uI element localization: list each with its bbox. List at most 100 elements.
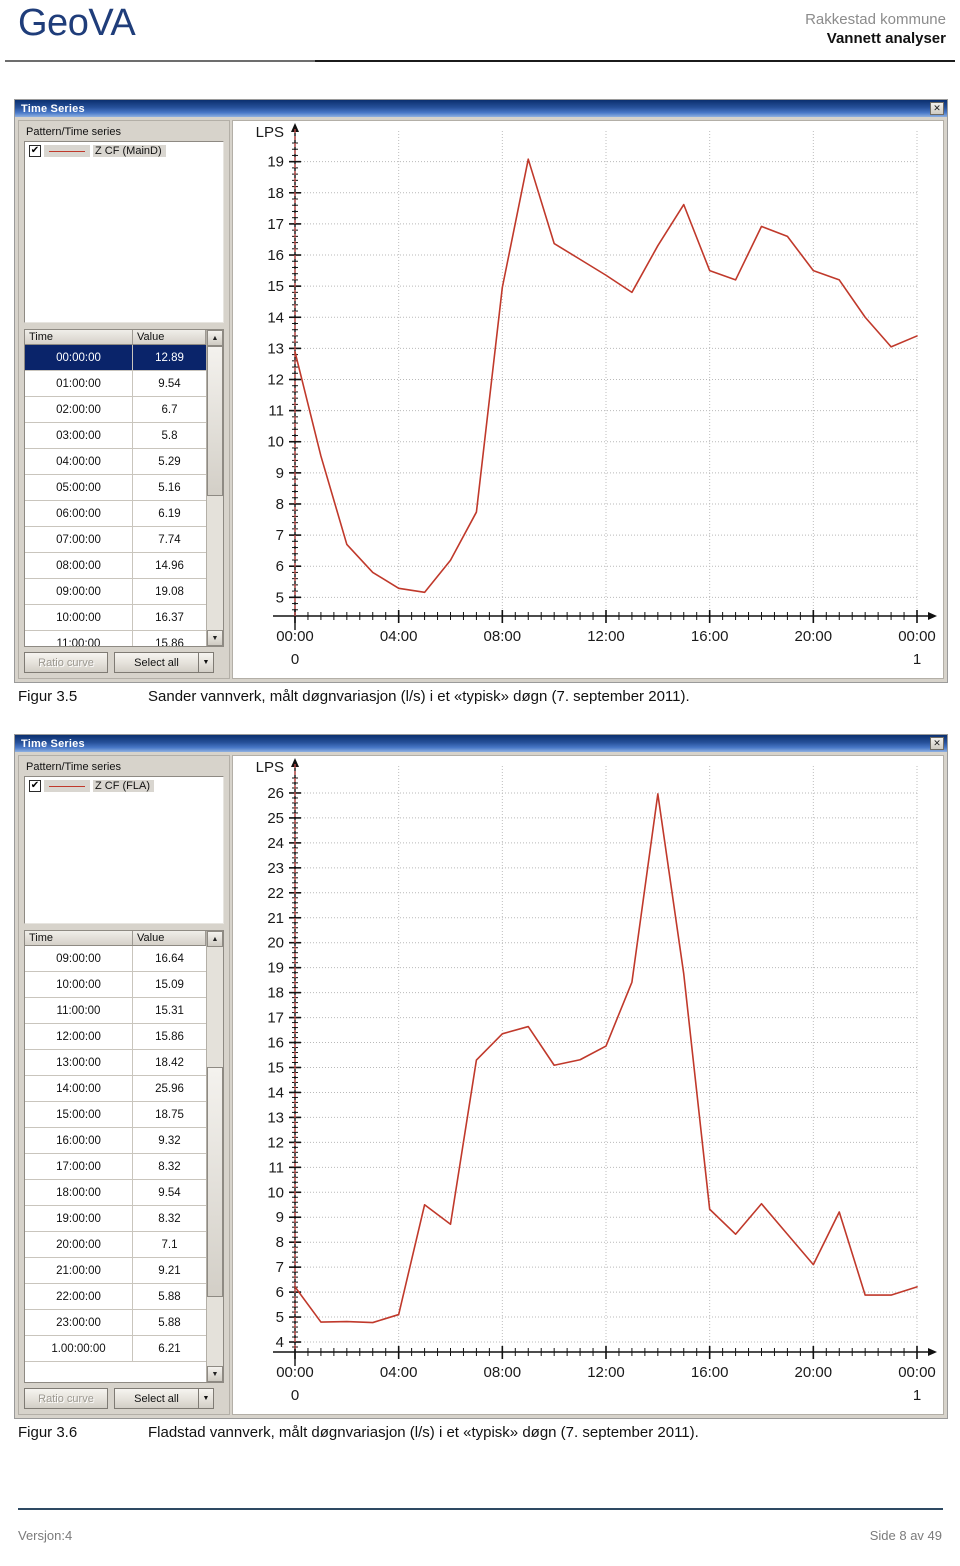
cell-value: 5.29 — [133, 449, 206, 474]
time-series-window-2[interactable]: Time Series ✕ Pattern/Time series ✔ Z CF… — [14, 734, 948, 1419]
svg-text:16: 16 — [267, 247, 284, 264]
svg-text:16:00: 16:00 — [691, 1364, 729, 1381]
svg-text:0: 0 — [291, 651, 299, 668]
series-checkbox-1[interactable]: ✔ — [29, 145, 41, 157]
svg-text:20:00: 20:00 — [795, 1364, 833, 1381]
table-row[interactable]: 11:00:00 15.31 — [25, 998, 206, 1024]
series-table-2[interactable]: Time Value 09:00:00 16.64 10:00:00 15.09 11:… — [24, 930, 224, 1383]
table-row[interactable]: 19:00:00 8.32 — [25, 1206, 206, 1232]
cell-value: 6.7 — [133, 397, 206, 422]
select-all-split-button-2[interactable]: Select all ▼ — [114, 1388, 214, 1409]
series-legend-box-2[interactable]: ✔ Z CF (FLA) — [24, 776, 224, 924]
svg-text:13: 13 — [267, 1109, 284, 1126]
time-series-window-1[interactable]: Time Series ✕ Pattern/Time series ✔ Z CF… — [14, 99, 948, 683]
svg-text:17: 17 — [267, 216, 284, 233]
table-row[interactable]: 16:00:00 9.32 — [25, 1128, 206, 1154]
scroll-up-icon-1[interactable]: ▲ — [207, 330, 223, 346]
pattern-timeseries-label-1: Pattern/Time series — [26, 126, 121, 138]
cell-value: 8.32 — [133, 1154, 206, 1179]
legend-item-2[interactable]: ✔ Z CF (FLA) — [25, 777, 223, 795]
table-row[interactable]: 13:00:00 18.42 — [25, 1050, 206, 1076]
cell-time: 22:00:00 — [25, 1284, 133, 1309]
svg-text:17: 17 — [267, 1010, 284, 1027]
cell-value: 18.75 — [133, 1102, 206, 1127]
table-row[interactable]: 10:00:00 15.09 — [25, 972, 206, 998]
table-scrollbar-2[interactable]: ▲ ▼ — [206, 931, 223, 1382]
svg-text:10: 10 — [267, 434, 284, 451]
cell-time: 03:00:00 — [25, 423, 133, 448]
close-icon[interactable]: ✕ — [930, 102, 944, 115]
table-row[interactable]: 04:00:00 5.29 — [25, 449, 206, 475]
table-row[interactable]: 11:00:00 15.86 — [25, 631, 206, 646]
footer-page-number: Side 8 av 49 — [869, 1528, 942, 1543]
ratio-curve-button-2[interactable]: Ratio curve — [24, 1388, 108, 1409]
table-row[interactable]: 23:00:00 5.88 — [25, 1310, 206, 1336]
time-series-chart-2: 4567891011121314151617181920212223242526… — [256, 758, 937, 1404]
table-row[interactable]: 22:00:00 5.88 — [25, 1284, 206, 1310]
table-row[interactable]: 18:00:00 9.54 — [25, 1180, 206, 1206]
cell-value: 16.64 — [133, 946, 206, 971]
svg-text:15: 15 — [267, 278, 284, 295]
select-all-split-button-1[interactable]: Select all ▼ — [114, 652, 214, 673]
table-row[interactable]: 20:00:00 7.1 — [25, 1232, 206, 1258]
cell-time: 12:00:00 — [25, 1024, 133, 1049]
series-table-1[interactable]: Time Value 00:00:00 12.89 01:00:00 9.54 02:0… — [24, 329, 224, 647]
table-row[interactable]: 03:00:00 5.8 — [25, 423, 206, 449]
scroll-thumb-1[interactable] — [207, 346, 223, 496]
table-row[interactable]: 01:00:00 9.54 — [25, 371, 206, 397]
chart-panel-2[interactable]: 4 5 6 7 8 9 10 11 12 13 14 15 16 17 18 19 20 21 22 23 24 25 26… — [232, 755, 944, 1415]
scroll-track-1[interactable] — [207, 346, 223, 630]
svg-text:15: 15 — [267, 1059, 284, 1076]
cell-time: 09:00:00 — [25, 946, 133, 971]
table-row[interactable]: 21:00:00 9.21 — [25, 1258, 206, 1284]
cell-time: 07:00:00 — [25, 527, 133, 552]
svg-text:00:00: 00:00 — [276, 1364, 314, 1381]
svg-text:14: 14 — [267, 309, 284, 326]
table-row[interactable]: 08:00:00 14.96 — [25, 553, 206, 579]
scroll-down-icon-1[interactable]: ▼ — [207, 630, 223, 646]
chevron-down-icon-2[interactable]: ▼ — [198, 1388, 214, 1409]
table-row[interactable]: 17:00:00 8.32 — [25, 1154, 206, 1180]
table-row[interactable]: 06:00:00 6.19 — [25, 501, 206, 527]
svg-text:10: 10 — [267, 1184, 284, 1201]
window-titlebar-2[interactable]: Time Series ✕ — [15, 735, 947, 752]
series-legend-box-1[interactable]: ✔ Z CF (MainD) — [24, 141, 224, 323]
table-scrollbar-1[interactable]: ▲ ▼ — [206, 330, 223, 646]
window-body-1: Pattern/Time series ✔ Z CF (MainD) Time … — [15, 117, 947, 682]
table-row[interactable]: 05:00:00 5.16 — [25, 475, 206, 501]
table-row[interactable]: 10:00:00 16.37 — [25, 605, 206, 631]
legend-item-1[interactable]: ✔ Z CF (MainD) — [25, 142, 223, 160]
footer-divider — [18, 1508, 943, 1510]
chevron-down-icon-1[interactable]: ▼ — [198, 652, 214, 673]
table-row[interactable]: 12:00:00 15.86 — [25, 1024, 206, 1050]
svg-text:22: 22 — [267, 885, 284, 902]
close-icon[interactable]: ✕ — [930, 737, 944, 750]
table-row[interactable]: 1.00:00:00 6.21 — [25, 1336, 206, 1362]
svg-text:8: 8 — [276, 1234, 284, 1251]
cell-value: 7.74 — [133, 527, 206, 552]
scroll-thumb-2[interactable] — [207, 1067, 223, 1297]
ratio-curve-button-1[interactable]: Ratio curve — [24, 652, 108, 673]
window-titlebar-1[interactable]: Time Series ✕ — [15, 100, 947, 117]
cell-value: 25.96 — [133, 1076, 206, 1101]
svg-text:8: 8 — [276, 496, 284, 513]
cell-value: 5.88 — [133, 1310, 206, 1335]
chart-panel-1[interactable]: 5 6 7 8 9 10 11 12 13 14 15 16 17 18 19 LPS 00:00 04:00 08… — [232, 120, 944, 679]
table-row[interactable]: 02:00:00 6.7 — [25, 397, 206, 423]
table-row[interactable]: 07:00:00 7.74 — [25, 527, 206, 553]
cell-value: 6.19 — [133, 501, 206, 526]
select-all-button-1[interactable]: Select all — [114, 652, 198, 673]
svg-text:LPS: LPS — [256, 124, 284, 141]
select-all-button-2[interactable]: Select all — [114, 1388, 198, 1409]
header-divider-light — [5, 60, 315, 62]
table-row[interactable]: 15:00:00 18.75 — [25, 1102, 206, 1128]
table-row[interactable]: 09:00:00 16.64 — [25, 946, 206, 972]
scroll-track-2[interactable] — [207, 947, 223, 1366]
series-checkbox-2[interactable]: ✔ — [29, 780, 41, 792]
table-row[interactable]: 00:00:00 12.89 — [25, 345, 206, 371]
table-row[interactable]: 09:00:00 19.08 — [25, 579, 206, 605]
scroll-up-icon-2[interactable]: ▲ — [207, 931, 223, 947]
table-row[interactable]: 14:00:00 25.96 — [25, 1076, 206, 1102]
scroll-down-icon-2[interactable]: ▼ — [207, 1366, 223, 1382]
cell-time: 18:00:00 — [25, 1180, 133, 1205]
